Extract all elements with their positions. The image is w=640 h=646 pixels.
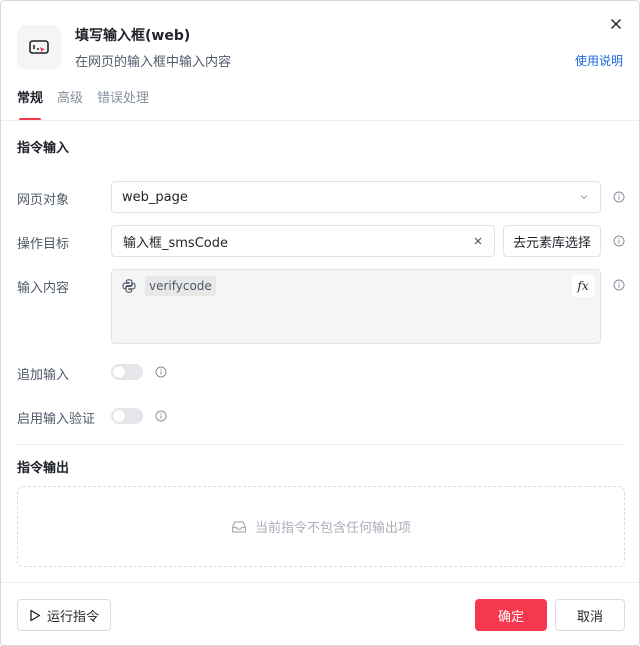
inbox-icon [231,520,247,533]
tab-advanced[interactable]: 高级 [57,89,83,120]
dialog-title: 填写输入框(web) [75,28,191,44]
tab-bar: 常规 高级 错误处理 [17,89,149,120]
help-link[interactable]: 使用说明 [575,52,623,69]
run-command-button[interactable]: 运行指令 [17,599,111,631]
append-label: 追加输入 [17,368,70,383]
chevron-down-icon [580,195,588,200]
fx-button[interactable]: fx [572,275,594,297]
target-label: 操作目标 [17,237,70,252]
dialog-subtitle: 在网页的输入框中输入内容 [75,55,232,70]
output-section-title: 指令输出 [17,461,70,476]
info-icon[interactable] [155,410,167,422]
target-input[interactable]: 输入框_smsCode [111,225,495,257]
empty-text: 当前指令不包含任何输出项 [254,521,411,536]
append-toggle[interactable] [111,364,143,380]
dialog: 填写输入框(web) 在网页的输入框中输入内容 使用说明 常规 高级 错误处理 … [0,0,640,646]
clear-icon[interactable] [472,235,484,247]
validate-label: 启用输入验证 [17,412,96,427]
pick-element-button[interactable]: 去元素库选择 [503,225,601,257]
tab-divider [1,120,639,121]
tab-general[interactable]: 常规 [17,89,43,120]
confirm-button[interactable]: 确定 [475,599,547,631]
validate-toggle[interactable] [111,408,143,424]
content-label: 输入内容 [17,281,70,296]
page-object-label: 网页对象 [17,193,70,208]
section-divider [17,444,625,445]
toggle-knob [113,410,125,422]
page-object-select[interactable]: web_page [111,181,601,213]
dialog-header: 填写输入框(web) 在网页的输入框中输入内容 使用说明 [1,1,639,81]
page-object-value: web_page [122,189,188,205]
footer-divider [1,582,639,583]
variable-chip[interactable]: verifycode [145,276,216,296]
info-icon[interactable] [613,191,625,203]
run-command-label: 运行指令 [46,609,99,625]
play-icon [30,609,41,621]
target-value: 输入框_smsCode [123,235,228,251]
browser-input-icon [17,25,61,69]
tab-error-handling[interactable]: 错误处理 [97,89,149,120]
output-empty-state: 当前指令不包含任何输出项 [17,486,625,567]
content-input[interactable]: verifycode fx [111,269,601,344]
info-icon[interactable] [613,279,625,291]
info-icon[interactable] [613,235,625,247]
toggle-knob [113,366,125,378]
python-icon [122,279,136,293]
cancel-button[interactable]: 取消 [555,599,625,631]
info-icon[interactable] [155,366,167,378]
input-section-title: 指令输入 [17,141,70,156]
close-icon[interactable] [607,15,625,33]
